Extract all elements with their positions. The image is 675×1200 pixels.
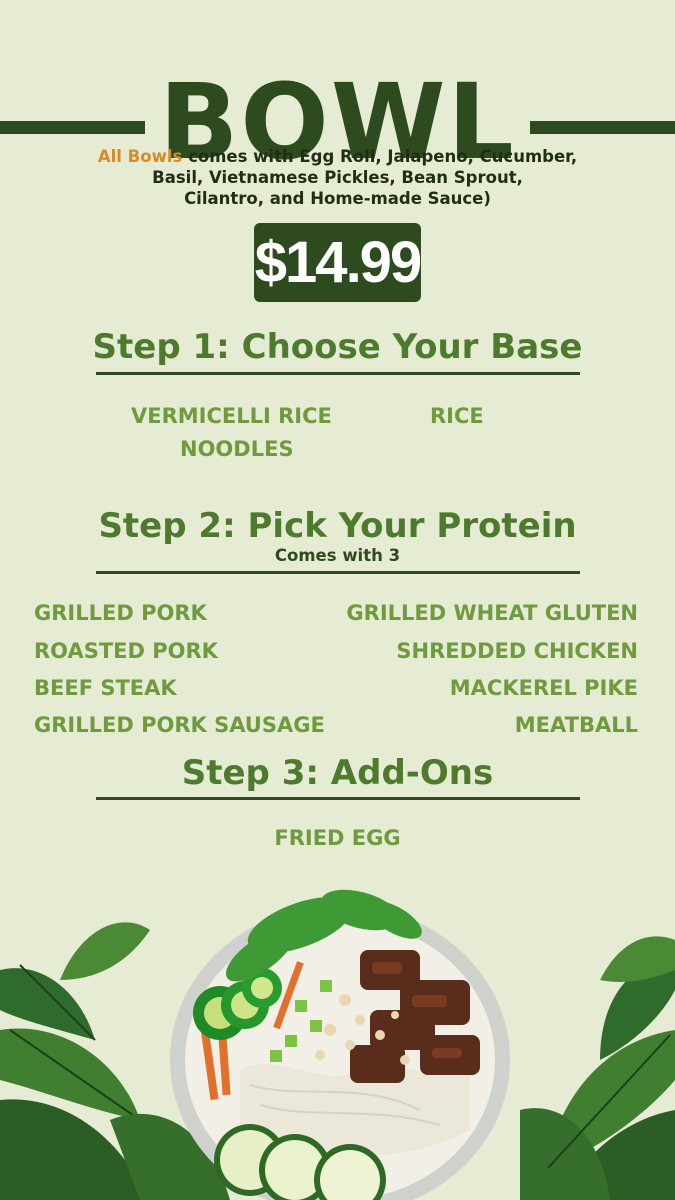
protein-item: MEATBALL [514,713,638,737]
addon-item-fried-egg: FRIED EGG [274,826,401,850]
protein-item: GRILLED PORK [34,601,207,625]
protein-item: BEEF STEAK [34,676,177,700]
title-line-right [530,121,675,134]
step1-title: Step 1: Choose Your Base [92,327,583,367]
description-line-1: comes with Egg Roll, Jalapeno, Cucumber, [182,147,578,166]
step2-rule [96,571,580,574]
step3-rule [96,797,580,800]
description-line-2: Basil, Vietnamese Pickles, Bean Sprout, [152,168,523,187]
base-item-rice: RICE [430,404,484,428]
leaf-decoration-right [520,936,675,1200]
protein-item: GRILLED WHEAT GLUTEN [346,601,638,625]
step2-title: Step 2: Pick Your Protein [98,506,577,546]
description-accent: All Bowls [97,147,183,166]
protein-item: GRILLED PORK SAUSAGE [34,713,325,737]
step2-subtitle: Comes with 3 [274,546,401,565]
title-line-left [0,121,145,134]
base-item-noodles: NOODLES [180,437,294,461]
base-item-vermicelli: VERMICELLI RICE [131,404,332,428]
protein-item: SHREDDED CHICKEN [396,639,638,663]
price-badge: $14.99 [254,223,422,302]
step1-rule [96,372,580,375]
bowl-dish [170,889,510,1200]
step3-title: Step 3: Add-Ons [181,753,494,793]
title-row: BOWL [0,38,675,176]
description-line-3: Cilantro, and Home-made Sauce) [184,189,491,208]
protein-item: ROASTED PORK [34,639,218,663]
bowl-description: All Bowls comes with Egg Roll, Jalapeno,… [40,146,635,209]
bowl-photo [0,889,675,1200]
protein-item: MACKEREL PIKE [449,676,638,700]
